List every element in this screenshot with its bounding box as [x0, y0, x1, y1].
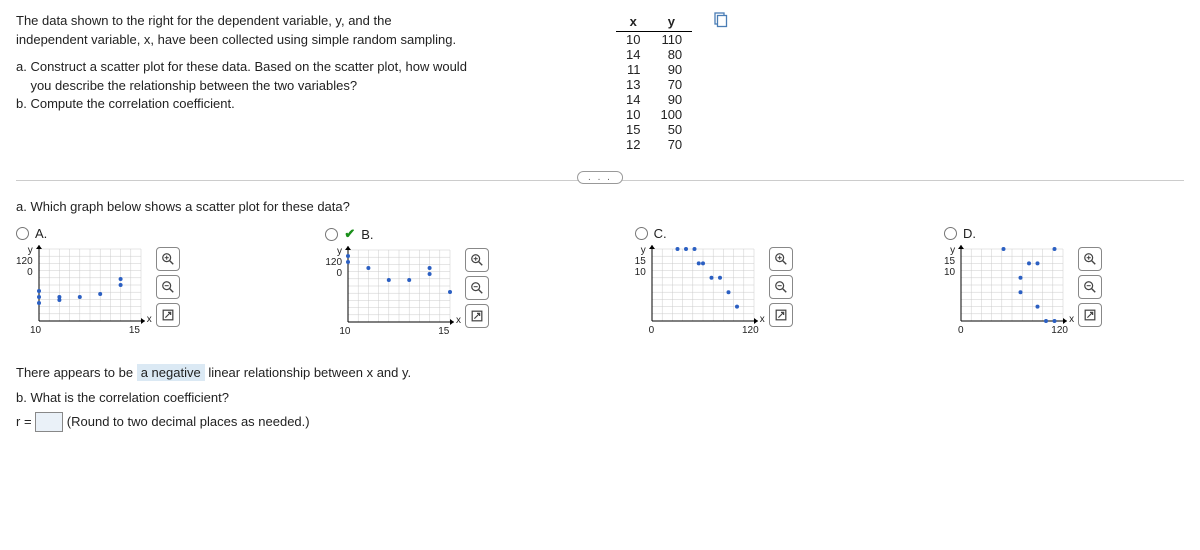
cell-y: 90: [650, 62, 692, 77]
cell-y: 70: [650, 77, 692, 92]
col-x-header: x: [616, 12, 650, 32]
y-max-tick: 15: [635, 256, 646, 267]
scatter-plot-C: y 15 10 x 0 120: [635, 245, 765, 336]
zoom-in-icon[interactable]: [156, 247, 180, 271]
x-min-tick: 0: [958, 325, 964, 336]
y-axis-label: y: [950, 245, 955, 256]
cell-x: 10: [616, 107, 650, 122]
zoom-out-icon[interactable]: [769, 275, 793, 299]
option-D-radio[interactable]: [944, 227, 957, 240]
part-b-question: b. What is the correlation coefficient?: [16, 386, 1184, 411]
table-row: 10100: [616, 107, 692, 122]
cell-x: 13: [616, 77, 650, 92]
cell-y: 80: [650, 47, 692, 62]
expand-icon[interactable]: [1078, 303, 1102, 327]
r-input[interactable]: [35, 412, 63, 432]
relationship-dropdown[interactable]: a negative: [137, 364, 205, 381]
x-min-tick: 10: [339, 326, 350, 337]
y-min-tick: 0: [336, 268, 342, 279]
y-max-tick: 120: [325, 257, 342, 268]
y-max-tick: 15: [944, 256, 955, 267]
data-table: x y 1011014801190137014901010015501270: [616, 12, 706, 152]
col-y-header: y: [650, 12, 692, 32]
zoom-out-icon[interactable]: [465, 276, 489, 300]
intro-line-1: The data shown to the right for the depe…: [16, 12, 576, 31]
ellipsis-icon[interactable]: . . .: [577, 171, 623, 184]
check-icon: ✔: [344, 226, 355, 242]
y-max-tick: 120: [16, 256, 33, 267]
x-min-tick: 0: [649, 325, 655, 336]
table-row: 1550: [616, 122, 692, 137]
r-answer-line: r = (Round to two decimal places as need…: [16, 410, 1184, 435]
intro-line-2: independent variable, x, have been colle…: [16, 31, 576, 50]
cell-y: 50: [650, 122, 692, 137]
task-b: b. Compute the correlation coefficient.: [16, 95, 576, 114]
x-axis-label: x: [760, 314, 765, 325]
expand-icon[interactable]: [769, 303, 793, 327]
task-a-line-1: a. Construct a scatter plot for these da…: [16, 58, 576, 77]
zoom-in-icon[interactable]: [1078, 247, 1102, 271]
y-axis-label: y: [337, 246, 342, 257]
y-min-tick: 10: [635, 267, 646, 278]
r-hint: (Round to two decimal places as needed.): [67, 414, 310, 429]
cell-x: 15: [616, 122, 650, 137]
option-B-label: B.: [361, 227, 373, 242]
cell-y: 70: [650, 137, 692, 152]
zoom-out-icon[interactable]: [156, 275, 180, 299]
option-C-radio[interactable]: [635, 227, 648, 240]
table-row: 1370: [616, 77, 692, 92]
option-A-radio[interactable]: [16, 227, 29, 240]
r-prefix: r =: [16, 414, 32, 429]
cell-y: 100: [650, 107, 692, 122]
cell-y: 110: [650, 32, 692, 48]
x-max-tick: 120: [1051, 325, 1068, 336]
table-row: 1190: [616, 62, 692, 77]
table-row: 1490: [616, 92, 692, 107]
x-max-tick: 120: [742, 325, 759, 336]
table-row: 1270: [616, 137, 692, 152]
x-min-tick: 10: [30, 325, 41, 336]
option-D-label: D.: [963, 226, 976, 241]
x-max-tick: 15: [438, 326, 449, 337]
expand-icon[interactable]: [465, 304, 489, 328]
cell-x: 14: [616, 47, 650, 62]
cell-y: 90: [650, 92, 692, 107]
table-row: 10110: [616, 32, 692, 48]
expand-icon[interactable]: [156, 303, 180, 327]
relationship-sentence: There appears to be a negative linear re…: [16, 361, 1184, 386]
copy-table-icon[interactable]: [712, 12, 728, 28]
section-divider: . . .: [16, 180, 1184, 181]
relationship-prefix: There appears to be: [16, 365, 137, 380]
table-row: 1480: [616, 47, 692, 62]
zoom-in-icon[interactable]: [769, 247, 793, 271]
scatter-plot-B: y 120 0 x 10 15: [325, 246, 461, 337]
scatter-plot-A: y 120 0 x 10 15: [16, 245, 152, 336]
option-A-label: A.: [35, 226, 47, 241]
x-max-tick: 15: [129, 325, 140, 336]
x-axis-label: x: [147, 314, 152, 325]
y-min-tick: 10: [944, 267, 955, 278]
y-axis-label: y: [641, 245, 646, 256]
zoom-in-icon[interactable]: [465, 248, 489, 272]
option-B-radio[interactable]: [325, 228, 338, 241]
problem-statement: The data shown to the right for the depe…: [16, 12, 576, 152]
option-C-label: C.: [654, 226, 667, 241]
x-axis-label: x: [456, 315, 461, 326]
x-axis-label: x: [1069, 314, 1074, 325]
task-a-line-2: you describe the relationship between th…: [16, 77, 576, 96]
cell-x: 11: [616, 62, 650, 77]
cell-x: 12: [616, 137, 650, 152]
cell-x: 10: [616, 32, 650, 48]
scatter-plot-D: y 15 10 x 0 120: [944, 245, 1074, 336]
relationship-suffix: linear relationship between x and y.: [205, 365, 411, 380]
cell-x: 14: [616, 92, 650, 107]
part-a-question: a. Which graph below shows a scatter plo…: [16, 199, 1184, 214]
y-axis-label: y: [28, 245, 33, 256]
zoom-out-icon[interactable]: [1078, 275, 1102, 299]
y-min-tick: 0: [27, 267, 33, 278]
